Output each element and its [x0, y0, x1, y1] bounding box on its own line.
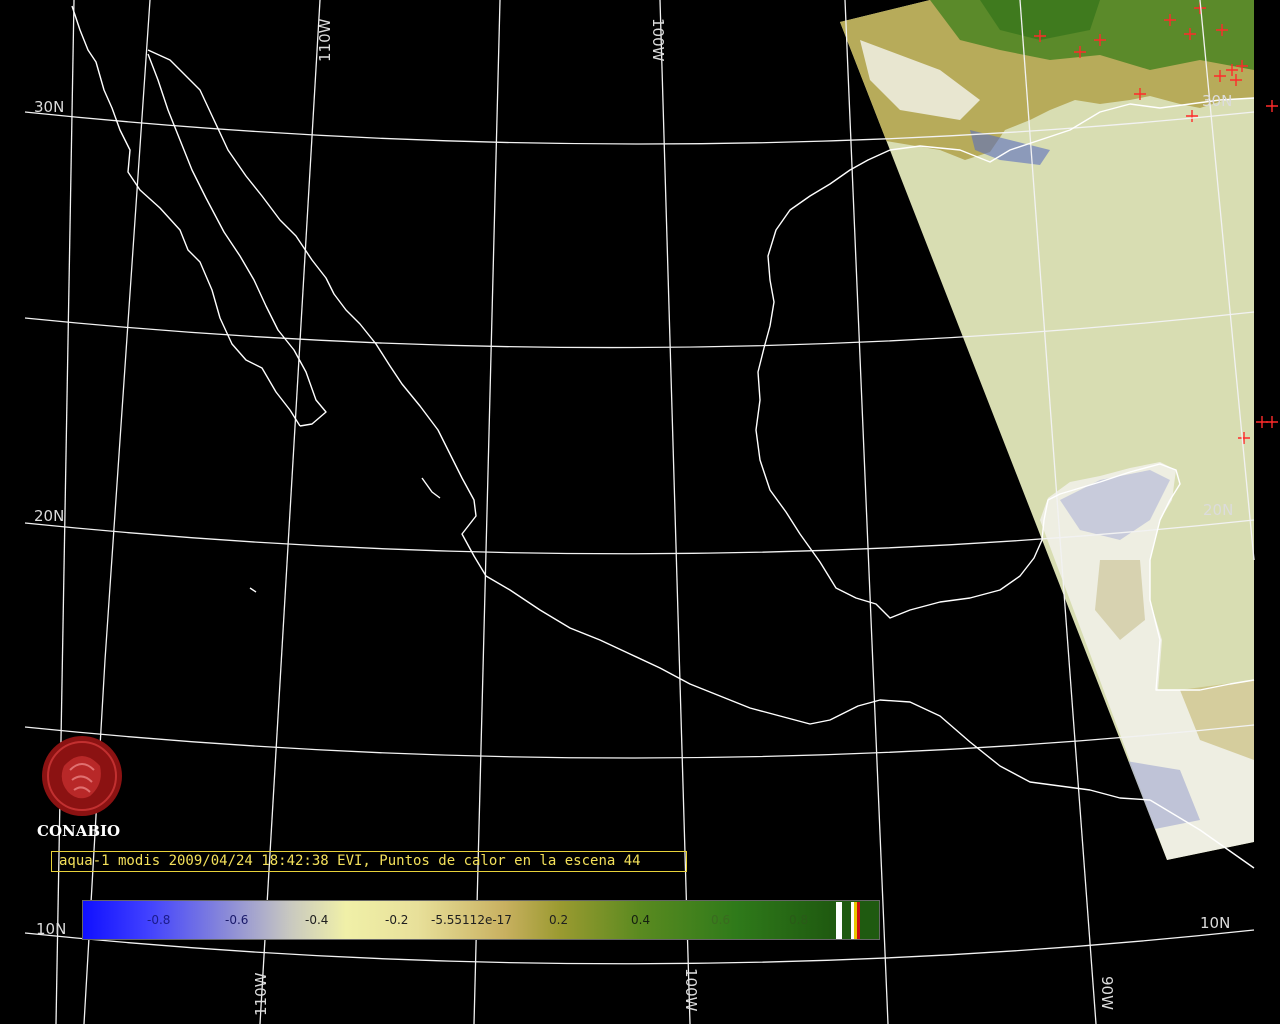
colorbar-tick: 0.4 [631, 913, 651, 927]
colorbar-swatch-red [857, 902, 860, 939]
lat-label-10n-right: 10N [1200, 914, 1230, 932]
lat-label-20n-left: 20N [34, 507, 64, 525]
lat-label-20n-right: 20N [1203, 501, 1233, 519]
colorbar-tick: 0.2 [549, 913, 569, 927]
lon-label-110w-top: 110W [316, 18, 334, 62]
colorbar-tick: -5.55112e-17 [431, 913, 512, 927]
scene-caption: aqua-1 modis 2009/04/24 18:42:38 EVI, Pu… [51, 851, 687, 872]
colorbar-tick: 0.6 [711, 913, 731, 927]
lat-label-30n-left: 30N [34, 98, 64, 116]
colorbar-swatch-white [836, 902, 842, 939]
lon-label-110w-bottom: 110W [252, 972, 270, 1016]
lon-label-100w-top: 100W [649, 18, 667, 62]
lon-label-100w-bottom: 100W [682, 968, 700, 1012]
lat-label-10n-left: 10N [36, 920, 66, 938]
conabio-logo-text: CONABIO [37, 822, 121, 840]
lon-label-90w-bottom: 90W [1098, 976, 1116, 1010]
colorbar-tick: -0.8 [147, 913, 171, 927]
colorbar-tick: -0.2 [385, 913, 409, 927]
evi-colorbar: -0.8 -0.6 -0.4 -0.2 -5.55112e-17 0.2 0.4… [82, 900, 880, 940]
lat-label-30n-right: 30N [1202, 92, 1232, 110]
coastline-baja-west [71, 5, 301, 427]
colorbar-tick: -0.4 [305, 913, 329, 927]
colorbar-tick: 0.8 [789, 913, 809, 927]
colorbar-tick: -0.6 [225, 913, 249, 927]
